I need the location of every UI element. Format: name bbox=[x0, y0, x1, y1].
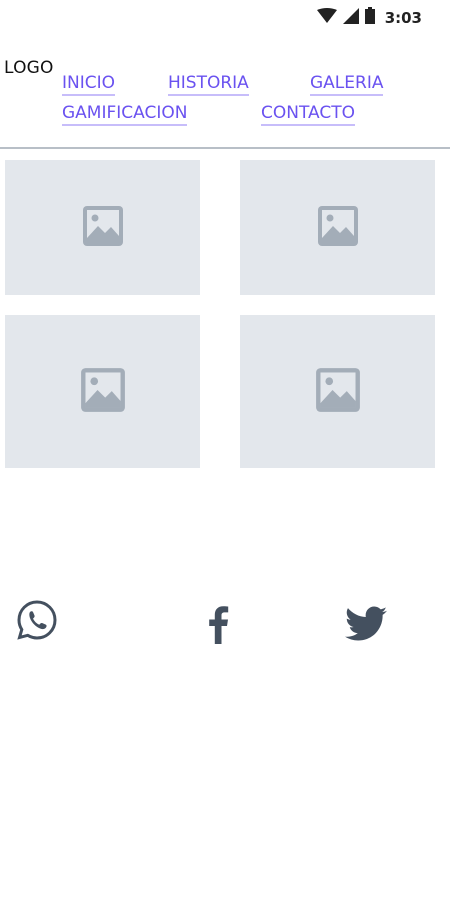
nav-link-gamificacion[interactable]: GAMIFICACION bbox=[62, 103, 188, 126]
logo: LOGO bbox=[4, 58, 54, 78]
nav-link-contacto[interactable]: CONTACTO bbox=[261, 103, 355, 126]
facebook-button[interactable] bbox=[196, 604, 240, 648]
wifi-icon bbox=[316, 7, 337, 28]
image-placeholder-icon bbox=[80, 367, 126, 417]
nav-link-inicio[interactable]: INICIO bbox=[62, 73, 116, 96]
twitter-button[interactable] bbox=[344, 604, 388, 648]
nav-link-galeria[interactable]: GALERIA bbox=[310, 73, 384, 96]
whatsapp-icon bbox=[16, 599, 58, 645]
facebook-icon bbox=[206, 604, 230, 648]
nav-link-historia[interactable]: HISTORIA bbox=[168, 73, 249, 96]
gallery-image[interactable] bbox=[240, 315, 435, 468]
image-placeholder-icon bbox=[315, 367, 361, 417]
image-placeholder-icon bbox=[317, 205, 359, 251]
status-time: 3:03 bbox=[384, 8, 422, 27]
battery-icon bbox=[364, 7, 375, 28]
header-divider bbox=[0, 147, 450, 149]
signal-icon bbox=[342, 7, 359, 28]
gallery-image[interactable] bbox=[5, 315, 200, 468]
status-bar: 3:03 bbox=[0, 0, 450, 32]
image-placeholder-icon bbox=[82, 205, 124, 251]
gallery-image[interactable] bbox=[5, 160, 200, 295]
whatsapp-button[interactable] bbox=[15, 600, 59, 644]
status-icons: 3:03 bbox=[316, 7, 422, 28]
twitter-icon bbox=[345, 606, 387, 646]
gallery-image[interactable] bbox=[240, 160, 435, 295]
